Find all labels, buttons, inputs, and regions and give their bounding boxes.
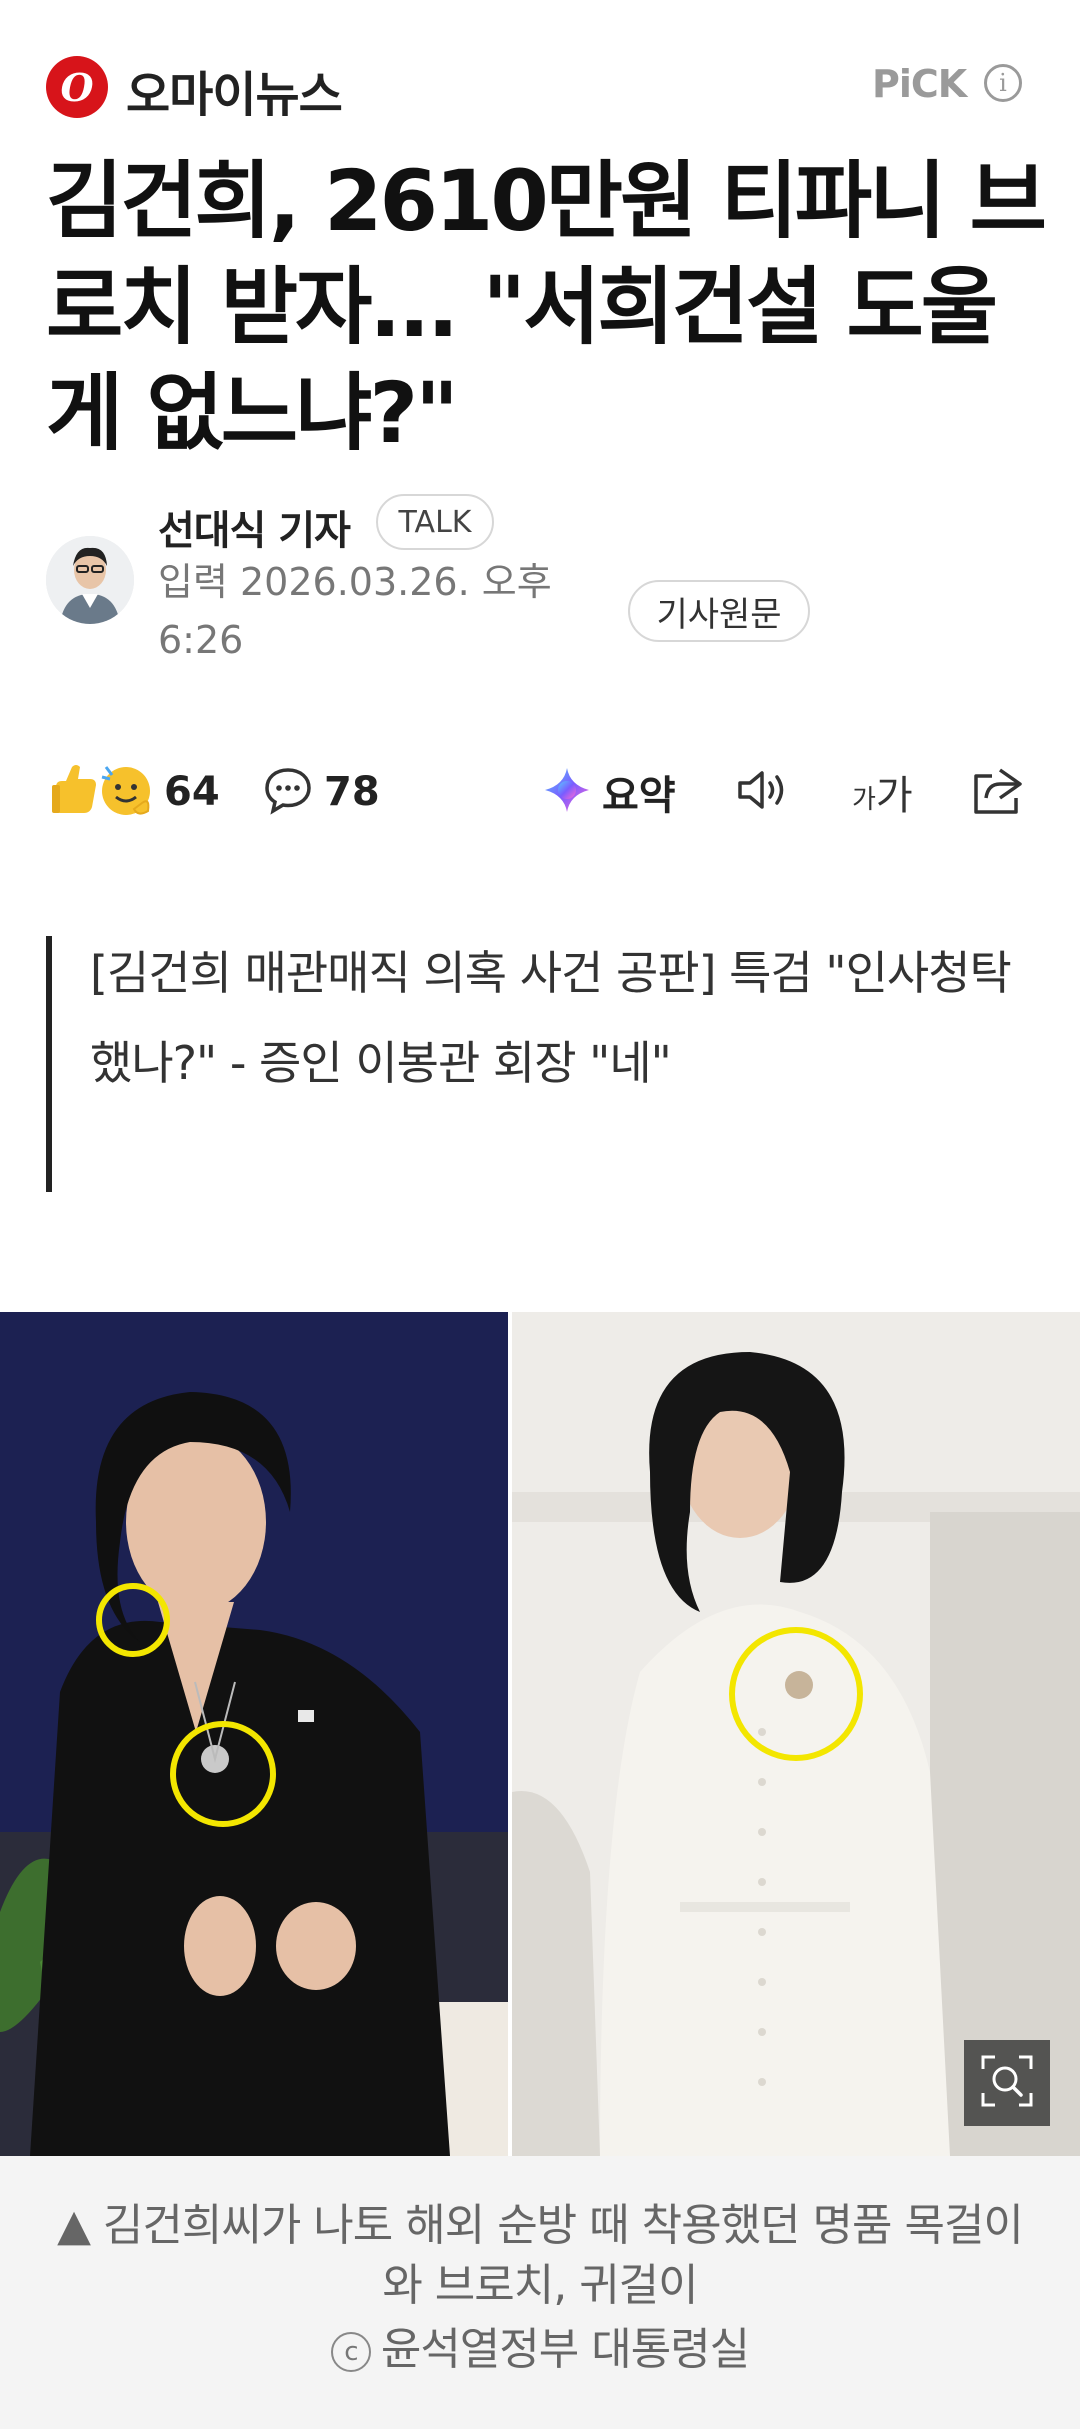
pick-label: PiCK	[872, 62, 967, 106]
share-button[interactable]	[970, 762, 1028, 822]
reaction-count: 64	[164, 769, 220, 815]
reporter-avatar-image	[46, 536, 134, 624]
photo-zoom-button[interactable]	[964, 2040, 1050, 2126]
font-size-small-label: 가	[852, 784, 876, 815]
photo-copyright-text: 윤석열정부 대통령실	[380, 2324, 750, 2375]
summary-button[interactable]: 요약	[542, 762, 676, 822]
published-date: 입력 2026.03.26. 오후 6:26	[158, 560, 552, 662]
share-icon	[970, 764, 1028, 820]
speaker-icon	[734, 765, 794, 819]
reporter-avatar[interactable]	[46, 536, 134, 624]
original-article-button[interactable]: 기사원문	[628, 580, 810, 642]
copyright-icon: c	[330, 2332, 371, 2372]
info-glyph: i	[999, 69, 1007, 97]
info-icon[interactable]: i	[984, 64, 1022, 102]
article-photo-image	[0, 1312, 1080, 2156]
clap-emoji-icon	[50, 761, 154, 823]
talk-button[interactable]: TALK	[376, 494, 494, 550]
text-to-speech-button[interactable]	[734, 762, 794, 822]
press-logo-letter: O	[60, 64, 94, 110]
reporter-name[interactable]: 선대식 기자	[158, 498, 351, 556]
press-logo[interactable]: O	[46, 56, 108, 118]
article-photo[interactable]	[0, 1312, 1080, 2156]
summary-label: 요약	[602, 773, 676, 819]
ai-summary-icon	[542, 765, 592, 819]
photo-caption: ▲ 김건희씨가 나토 해외 순방 때 착용했던 명품 목걸이와 브로치, 귀걸이	[57, 2200, 1024, 2311]
comment-count: 78	[324, 769, 380, 815]
comment-button[interactable]: 78	[262, 762, 380, 822]
font-size-button[interactable]: 가 가	[852, 762, 913, 822]
reaction-button[interactable]: 64	[50, 762, 220, 822]
font-size-large-label: 가	[875, 773, 913, 819]
press-name[interactable]: 오마이뉴스	[126, 55, 343, 125]
photo-copyright: c 윤석열정부 대통령실	[40, 2320, 1040, 2380]
zoom-icon	[979, 2053, 1035, 2113]
article-headline: 김건희, 2610만원 티파니 브로치 받자... "서희건설 도울 게 없느냐…	[46, 152, 1047, 462]
article-subheading: [김건희 매관매직 의혹 사건 공판] 특검 "인사청탁 했나?" - 증인 이…	[90, 946, 1012, 1090]
comment-icon	[262, 764, 314, 820]
quote-bar	[46, 936, 52, 1192]
